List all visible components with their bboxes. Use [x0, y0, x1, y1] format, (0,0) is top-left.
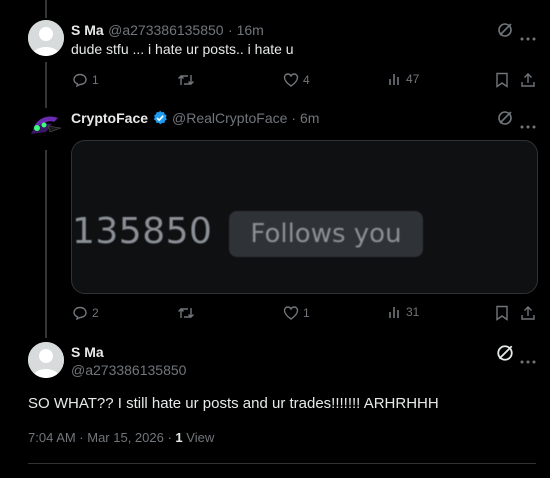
retweet-button[interactable]	[177, 72, 199, 88]
default-avatar-icon	[28, 20, 64, 56]
grok-icon[interactable]	[496, 344, 514, 367]
avatar[interactable]	[28, 20, 64, 56]
media-follows-you-badge: Follows you	[229, 211, 423, 257]
handle[interactable]: @a273386135850	[71, 362, 186, 378]
tweet-header: S Ma @a273386135850 · 16m	[71, 22, 264, 40]
display-name[interactable]: S Ma	[71, 344, 104, 360]
timestamp[interactable]: · 16m	[228, 22, 264, 38]
divider	[28, 463, 536, 464]
media-image[interactable]: 135850 Follows you	[71, 140, 538, 294]
reply-button[interactable]: 1	[72, 72, 99, 88]
display-name[interactable]: CryptoFace	[71, 110, 148, 126]
like-button[interactable]: 4	[283, 72, 310, 88]
avatar[interactable]	[28, 342, 64, 378]
share-icon[interactable]	[520, 72, 536, 93]
cryptoface-avatar-icon	[28, 108, 64, 144]
like-count: 1	[303, 306, 310, 320]
reply-icon	[73, 73, 87, 88]
retweet-icon	[178, 75, 194, 85]
more-icon[interactable]	[520, 116, 536, 134]
tweet-header: CryptoFace @RealCryptoFace · 6m	[71, 110, 319, 126]
bookmark-icon[interactable]	[495, 72, 509, 93]
media-handle-fragment: 135850	[72, 211, 213, 252]
retweet-button[interactable]	[177, 305, 199, 321]
grok-icon[interactable]	[497, 110, 513, 131]
like-count: 4	[303, 73, 310, 87]
avatar[interactable]	[28, 108, 64, 144]
more-icon[interactable]	[520, 28, 536, 46]
handle[interactable]: @a273386135850	[108, 22, 223, 38]
views-count: 47	[406, 72, 420, 86]
retweet-icon	[178, 308, 194, 318]
default-avatar-icon	[28, 342, 64, 378]
views-count: 31	[406, 305, 420, 319]
thread-line-2	[45, 150, 47, 338]
like-icon	[283, 306, 299, 320]
reply-count: 1	[92, 73, 99, 87]
views-button[interactable]: 31	[388, 305, 419, 319]
tweet-meta: 7:04 AM · Mar 15, 2026 · 1 View	[28, 430, 214, 445]
views-icon	[389, 307, 399, 318]
tweet-text: dude stfu ... i hate ur posts.. i hate u	[71, 41, 294, 57]
views-label: View	[186, 430, 215, 445]
reply-icon	[73, 306, 87, 321]
display-name[interactable]: S Ma	[71, 22, 104, 38]
like-button[interactable]: 1	[283, 305, 310, 321]
timestamp[interactable]: · 6m	[291, 110, 319, 126]
tweet-text: SO WHAT?? I still hate ur posts and ur t…	[28, 395, 439, 412]
thread-line-top	[45, 0, 47, 18]
views-button[interactable]: 47	[388, 72, 419, 86]
reply-button[interactable]: 2	[72, 305, 99, 321]
reply-count: 2	[92, 306, 99, 320]
handle[interactable]: @RealCryptoFace	[172, 110, 287, 126]
grok-icon[interactable]	[497, 22, 513, 43]
bookmark-icon[interactable]	[495, 305, 509, 326]
like-icon	[283, 73, 299, 87]
share-icon[interactable]	[520, 305, 536, 326]
views-icon	[389, 74, 399, 85]
tweet-timestamp[interactable]: 7:04 AM · Mar 15, 2026 ·	[28, 430, 172, 445]
views-count: 1	[175, 430, 183, 445]
more-icon[interactable]	[520, 351, 536, 369]
verified-badge-icon	[153, 110, 167, 125]
thread-line-1	[45, 62, 47, 108]
